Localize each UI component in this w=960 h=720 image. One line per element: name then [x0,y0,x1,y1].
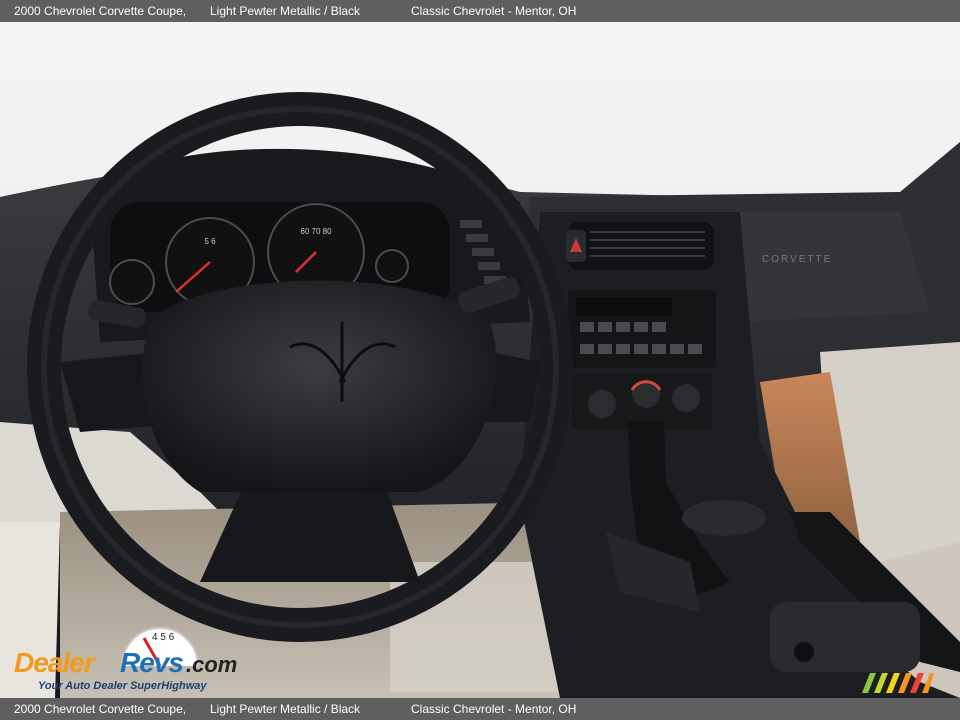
svg-text:4 5 6: 4 5 6 [152,632,175,643]
caption-bar-top: 2000 Chevrolet Corvette Coupe, Light Pew… [0,0,960,22]
dealer-name-bottom: Classic Chevrolet - Mentor, OH [411,702,577,716]
dashboard-illustration: CORVETTE 5 6 60 70 80 [0,22,960,698]
caption-bar-bottom: 2000 Chevrolet Corvette Coupe, Light Pew… [0,698,960,720]
svg-text:60 70 80: 60 70 80 [300,227,332,236]
vehicle-title: 2000 Chevrolet Corvette Coupe, [14,4,187,18]
stripes-logo [862,673,934,693]
fuel-gauge [109,259,155,305]
dealerrevs-tagline: Your Auto Dealer SuperHighway [38,680,207,692]
center-vent [568,222,714,270]
interior-photo: CORVETTE 5 6 60 70 80 [0,22,960,698]
dealerrevs-logo: 4 5 6 Dealer Revs .com Your Auto Dealer … [14,627,237,692]
svg-text:Revs: Revs [120,647,183,678]
svg-text:.com: .com [186,652,237,677]
vehicle-title-bottom: 2000 Chevrolet Corvette Coupe, [14,702,187,716]
svg-text:CORVETTE: CORVETTE [762,254,832,265]
passenger-dash-panel [720,212,930,322]
vehicle-color-bottom: Light Pewter Metallic / Black [210,702,361,716]
dealer-name: Classic Chevrolet - Mentor, OH [411,4,577,18]
vehicle-color: Light Pewter Metallic / Black [210,4,361,18]
svg-text:5 6: 5 6 [204,237,216,246]
svg-text:Dealer: Dealer [14,647,97,678]
steering-hub [142,280,497,492]
temp-gauge [375,249,409,283]
